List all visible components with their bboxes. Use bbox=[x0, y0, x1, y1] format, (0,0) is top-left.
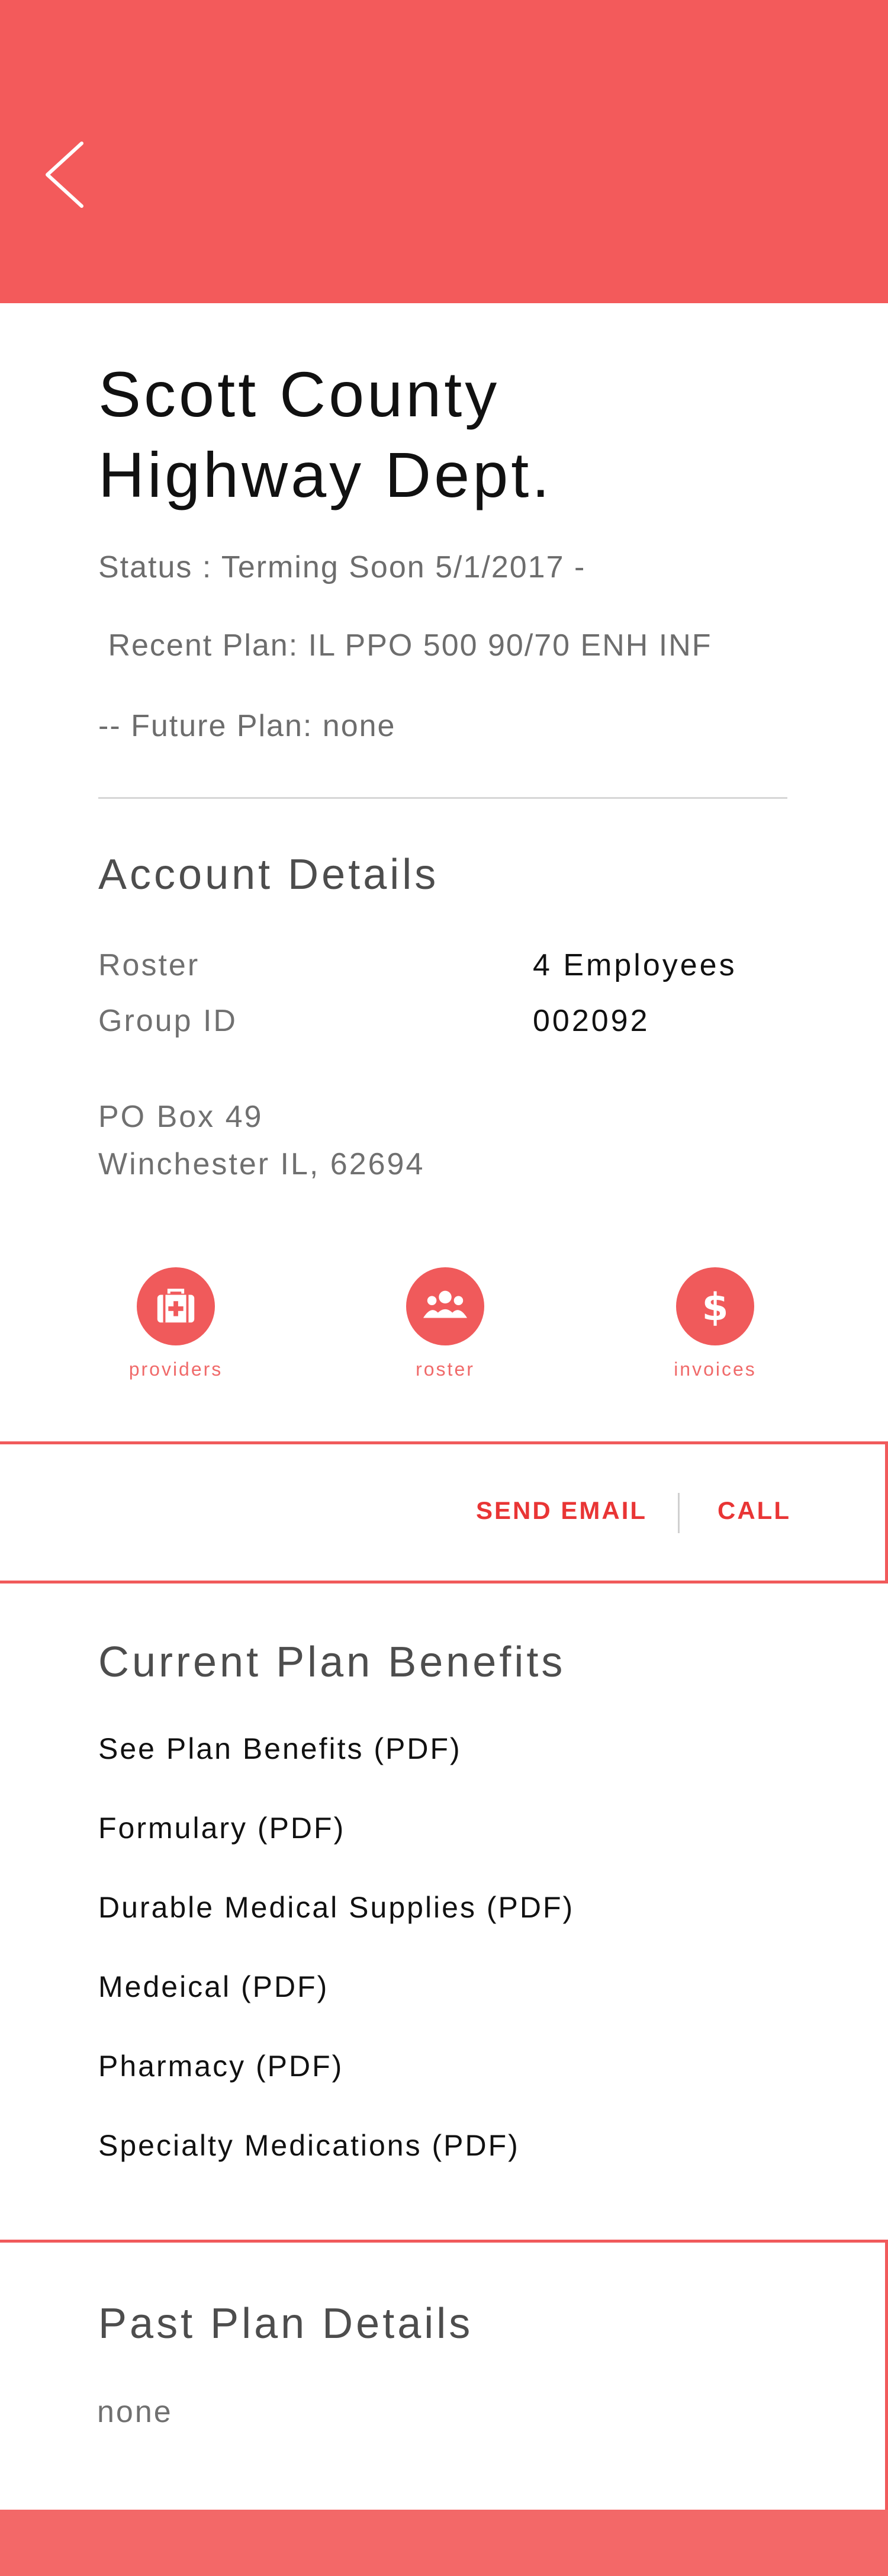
people-icon bbox=[423, 1290, 468, 1318]
send-email-button[interactable]: SEND EMAIL bbox=[476, 1496, 647, 1525]
roster-label: Roster bbox=[98, 948, 200, 982]
formulary-link[interactable]: Formulary (PDF) bbox=[98, 1811, 345, 1845]
plan-benefits-link[interactable]: See Plan Benefits (PDF) bbox=[98, 1732, 462, 1766]
invoices-label: invoices bbox=[674, 1358, 757, 1380]
durable-medical-supplies-link[interactable]: Durable Medical Supplies (PDF) bbox=[98, 1890, 574, 1925]
contact-bar: SEND EMAIL CALL bbox=[0, 1441, 888, 1583]
address-line2: Winchester IL, 62694 bbox=[98, 1147, 425, 1181]
chevron-left-icon bbox=[46, 142, 83, 208]
roster-label: roster bbox=[416, 1358, 475, 1380]
past-plan-title: Past Plan Details bbox=[98, 2300, 474, 2347]
contact-divider bbox=[678, 1493, 680, 1533]
providers-label: providers bbox=[128, 1358, 223, 1380]
call-button[interactable]: CALL bbox=[718, 1496, 791, 1525]
past-plan-value: none bbox=[97, 2395, 173, 2429]
group-id-value: 002092 bbox=[533, 1004, 650, 1038]
header-bar bbox=[0, 0, 888, 303]
roster-button[interactable]: roster bbox=[368, 1267, 522, 1386]
account-name-line2: Highway Dept. bbox=[98, 439, 553, 510]
divider bbox=[98, 797, 787, 799]
future-plan-text: -- Future Plan: none bbox=[98, 709, 396, 743]
address-line1: PO Box 49 bbox=[98, 1100, 263, 1134]
dollar-icon: $ bbox=[702, 1285, 729, 1329]
group-id-label: Group ID bbox=[98, 1004, 237, 1038]
roster-value: 4 Employees bbox=[533, 948, 737, 982]
account-name-line1: Scott County bbox=[98, 358, 500, 430]
svg-text:$: $ bbox=[702, 1285, 729, 1329]
account-name: Scott County Highway Dept. bbox=[98, 354, 809, 515]
recent-plan-text: Recent Plan: IL PPO 500 90/70 ENH INF bbox=[98, 628, 712, 663]
invoices-button[interactable]: $ invoices bbox=[638, 1267, 792, 1386]
past-plan-section: Past Plan Details none bbox=[0, 2240, 888, 2512]
pharmacy-link[interactable]: Pharmacy (PDF) bbox=[98, 2049, 343, 2083]
medical-link[interactable]: Medeical (PDF) bbox=[98, 1970, 329, 2004]
footer-bar bbox=[0, 2510, 888, 2576]
specialty-medications-link[interactable]: Specialty Medications (PDF) bbox=[98, 2128, 520, 2163]
providers-button[interactable]: providers bbox=[99, 1267, 253, 1386]
account-details-title: Account Details bbox=[98, 851, 439, 898]
back-button[interactable] bbox=[36, 136, 95, 213]
status-text: Status : Terming Soon 5/1/2017 - bbox=[98, 550, 586, 584]
medical-kit-icon bbox=[157, 1289, 195, 1323]
current-benefits-title: Current Plan Benefits bbox=[98, 1639, 566, 1686]
